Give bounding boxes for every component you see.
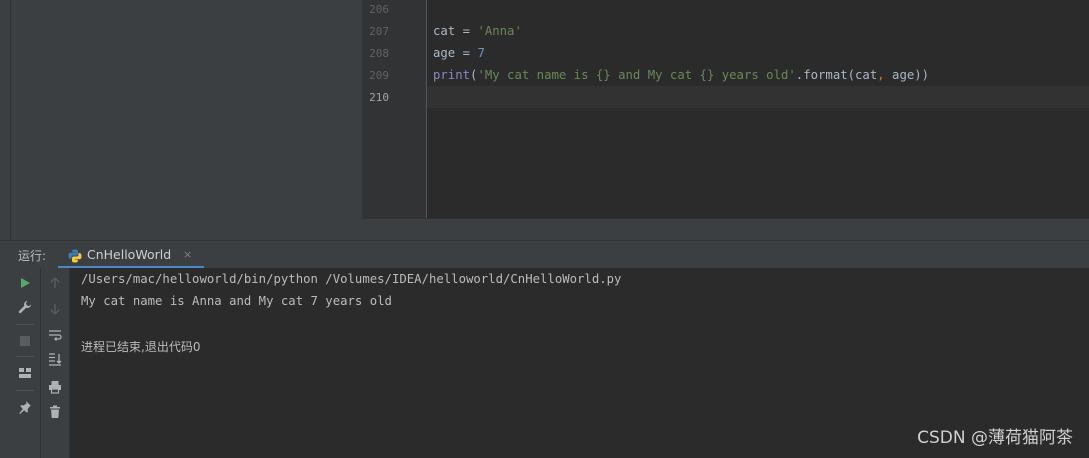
console-line-exit: 进程已结束,退出代码0 [81,340,201,354]
line-number: 209 [369,69,389,82]
layout-icon[interactable] [10,362,40,384]
close-icon[interactable]: × [183,248,192,261]
toolbar-separator [16,356,34,357]
scroll-to-end-icon[interactable] [41,348,69,370]
code-string: 'My cat name is {} and My cat {} years o… [477,68,796,82]
code-line-207[interactable]: cat = 'Anna' [433,24,522,38]
run-panel-header: 运行: CnHelloWorld × [0,240,1089,269]
run-toolbar-secondary [41,268,70,458]
left-tool-strip [0,0,10,240]
wrench-icon[interactable] [10,296,40,318]
code-var: age [433,46,456,60]
editor-status-strip [362,218,1089,240]
run-panel-label: 运行: [18,249,47,263]
run-tab-cnhelloworld[interactable]: CnHelloWorld × [58,241,204,269]
code-var: cat [433,24,456,38]
current-line-highlight [427,86,1089,108]
trash-icon[interactable] [41,401,69,423]
line-number: 208 [369,47,389,60]
code-editor[interactable]: 206 207 208 209 210 cat = 'Anna' age = 7… [362,0,1089,218]
console-line-output: My cat name is Anna and My cat 7 years o… [81,294,392,308]
code-args-rest: age)) [884,68,930,82]
project-panel [10,0,362,240]
code-operator: = [455,24,478,38]
code-string: 'Anna' [477,24,522,38]
line-number: 207 [369,25,389,38]
stop-icon[interactable] [10,330,40,352]
line-number-gutter: 206 207 208 209 210 [362,0,427,218]
code-number: 7 [477,46,485,60]
watermark: CSDN @薄荷猫阿茶 [917,428,1073,448]
run-icon[interactable] [10,272,40,294]
left-edge-strip [0,268,10,458]
run-tab-title: CnHelloWorld [87,247,172,262]
toolbar-separator [16,390,34,391]
down-arrow-icon[interactable] [41,298,69,320]
print-icon[interactable] [41,376,69,398]
soft-wrap-icon[interactable] [41,324,69,346]
pin-icon[interactable] [10,396,40,418]
code-comma: , [877,68,885,82]
code-method-call: .format(cat [795,68,878,82]
python-icon [68,248,82,267]
code-line-209[interactable]: print('My cat name is {} and My cat {} y… [433,68,929,82]
code-operator: = [455,46,478,60]
up-arrow-icon[interactable] [41,272,69,294]
console-line-command: /Users/mac/helloworld/bin/python /Volume… [81,272,622,286]
code-line-208[interactable]: age = 7 [433,46,485,60]
run-toolbar-primary [10,268,41,458]
line-number: 206 [369,3,389,16]
toolbar-separator [16,324,34,325]
code-builtin: print [433,68,471,82]
line-number-current: 210 [369,91,389,104]
